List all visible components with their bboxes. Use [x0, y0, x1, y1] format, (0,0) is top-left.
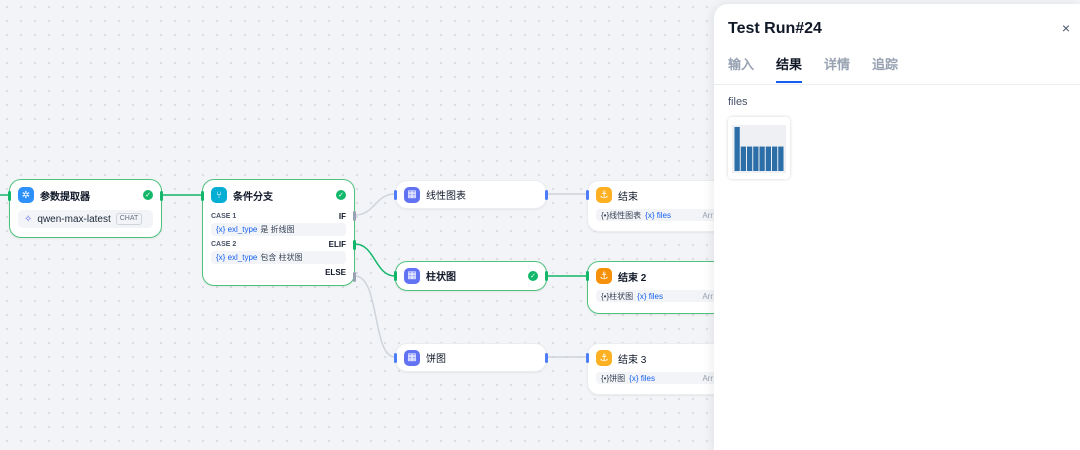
- node-title: 结束 3: [618, 354, 647, 366]
- thumbnail-bar: [778, 146, 784, 171]
- node-end-2[interactable]: ⚓ 结束 2 {•}柱状图 {x} files Arr: [586, 261, 727, 314]
- panel-tabs: 输入 结果 详情 追踪: [728, 54, 898, 83]
- end-icon: ⚓: [596, 350, 612, 366]
- input-port[interactable]: [201, 191, 204, 201]
- end-icon: ⚓: [596, 187, 612, 203]
- node-pie-chart[interactable]: ▦ 饼图: [394, 343, 548, 372]
- output-type: Arr: [702, 291, 713, 301]
- case-2-header: CASE 2 ELIF: [203, 238, 354, 250]
- result-image-thumbnail[interactable]: [728, 117, 790, 179]
- output-variable-row: {•}柱状图 {x} files Arr: [596, 290, 718, 302]
- thumbnail-bar: [753, 146, 759, 171]
- node-title: 饼图: [426, 354, 446, 365]
- input-port[interactable]: [394, 353, 397, 363]
- case-1-condition[interactable]: {x} exl_type 是 折线图: [211, 223, 346, 236]
- files-label: files: [728, 96, 748, 108]
- output-source: {•}线性图表: [601, 210, 642, 220]
- thumbnail-bar-chart: [732, 125, 786, 173]
- node-title: 柱状图: [426, 272, 456, 283]
- edge-elif-bar: [354, 243, 396, 277]
- condition-variable: {x} exl_type: [216, 253, 258, 262]
- branch-icon: ⑂: [211, 187, 227, 203]
- panel-header: Test Run#24 × 输入 结果 详情 追踪: [714, 4, 1080, 85]
- output-port[interactable]: [545, 353, 548, 363]
- case-1-keyword: IF: [338, 211, 346, 221]
- model-selector[interactable]: ✧ qwen-max-latest CHAT: [18, 210, 153, 228]
- node-line-chart[interactable]: ▦ 线性图表: [394, 180, 548, 209]
- output-variable-row: {•}饼图 {x} files Arr: [596, 372, 718, 384]
- chart-icon: ▦: [404, 186, 420, 203]
- edge-else-pie: [354, 275, 396, 358]
- case-2-label: CASE 2: [211, 240, 237, 248]
- thumbnail-bar: [734, 127, 740, 171]
- node-title: 结束 2: [618, 272, 647, 284]
- output-port[interactable]: [545, 190, 548, 200]
- thumbnail-plot-area: [732, 125, 786, 173]
- output-port[interactable]: [160, 191, 163, 201]
- else-branch-label: ELSE: [325, 267, 346, 277]
- input-port[interactable]: [586, 353, 589, 363]
- node-parameter-extractor[interactable]: ✲ 参数提取器 ✓ ✧ qwen-max-latest CHAT: [8, 179, 163, 238]
- thumbnail-bar: [759, 146, 765, 171]
- output-type: Arr: [702, 373, 713, 383]
- model-provider-icon: ✧: [24, 213, 33, 225]
- success-check-icon: ✓: [336, 190, 346, 200]
- output-type: Arr: [702, 210, 713, 220]
- output-port[interactable]: [545, 271, 548, 281]
- panel-title: Test Run#24: [728, 20, 822, 37]
- tab-detail[interactable]: 详情: [824, 54, 850, 83]
- node-title: 参数提取器: [40, 191, 90, 203]
- output-source: {•}柱状图: [601, 291, 634, 301]
- case-1-label: CASE 1: [211, 212, 237, 220]
- elif-output-port[interactable]: [353, 240, 356, 250]
- tab-tracing[interactable]: 追踪: [872, 54, 898, 83]
- thumbnail-bar: [740, 146, 746, 171]
- chart-icon: ▦: [404, 267, 420, 284]
- if-output-port[interactable]: [353, 211, 356, 221]
- node-bar-chart[interactable]: ▦ 柱状图 ✓: [394, 261, 548, 291]
- edge-if-line: [354, 193, 396, 216]
- thumbnail-bar: [772, 146, 778, 171]
- input-port[interactable]: [394, 271, 397, 281]
- output-variable: {x} files: [629, 373, 655, 383]
- input-port[interactable]: [394, 190, 397, 200]
- tab-input[interactable]: 输入: [728, 54, 754, 83]
- condition-operator: 是 折线图: [260, 225, 295, 234]
- model-name: qwen-max-latest: [37, 213, 111, 225]
- node-end-1[interactable]: ⚓ 结束 {•}线性图表 {x} files Arr: [586, 180, 727, 232]
- end-icon: ⚓: [596, 268, 612, 284]
- condition-variable: {x} exl_type: [216, 225, 258, 234]
- output-variable: {x} files: [637, 291, 663, 301]
- output-variable: {x} files: [645, 210, 671, 220]
- output-variable-row: {•}线性图表 {x} files Arr: [596, 209, 718, 221]
- test-run-panel: Test Run#24 × 输入 结果 详情 追踪 files: [714, 4, 1080, 450]
- success-check-icon: ✓: [143, 190, 153, 200]
- else-output-port[interactable]: [353, 272, 356, 282]
- condition-operator: 包含 柱状图: [260, 253, 303, 262]
- chart-icon: ▦: [404, 349, 420, 366]
- thumbnail-bar: [747, 146, 753, 171]
- node-end-3[interactable]: ⚓ 结束 3 {•}饼图 {x} files Arr: [586, 343, 727, 395]
- input-port[interactable]: [586, 271, 589, 281]
- thumbnail-bar: [765, 146, 771, 171]
- model-mode-badge: CHAT: [115, 213, 143, 225]
- node-title: 条件分支: [233, 191, 273, 203]
- node-title: 结束: [618, 191, 638, 203]
- case-2-condition[interactable]: {x} exl_type 包含 柱状图: [211, 251, 346, 264]
- close-icon[interactable]: ×: [1062, 20, 1070, 36]
- input-port[interactable]: [586, 190, 589, 200]
- node-title: 线性图表: [426, 191, 466, 202]
- tab-result[interactable]: 结果: [776, 54, 803, 83]
- input-port[interactable]: [8, 191, 11, 201]
- case-1-header: CASE 1 IF: [203, 210, 354, 222]
- case-2-keyword: ELIF: [328, 239, 346, 249]
- node-if-else[interactable]: ⑂ 条件分支 ✓ CASE 1 IF {x} exl_type 是 折线图 CA…: [201, 179, 356, 286]
- output-source: {•}饼图: [601, 373, 626, 383]
- parameter-extractor-icon: ✲: [18, 187, 34, 203]
- success-check-icon: ✓: [528, 270, 538, 281]
